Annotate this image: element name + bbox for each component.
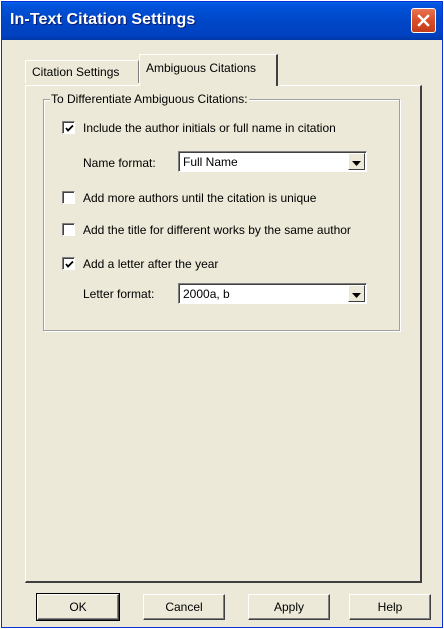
tab-citation-settings[interactable]: Citation Settings (25, 60, 139, 83)
title-bar[interactable]: In-Text Citation Settings (2, 2, 442, 40)
tab-label: Ambiguous Citations (146, 61, 257, 75)
ok-button[interactable]: OK (36, 593, 120, 621)
letter-format-dropdown-button[interactable] (348, 285, 365, 302)
more-authors-checkbox[interactable] (62, 191, 75, 204)
tab-strip: Citation Settings Ambiguous Citations (2, 40, 442, 86)
name-format-select[interactable]: Full Name (178, 151, 367, 172)
add-letter-checkbox[interactable] (62, 257, 75, 270)
apply-button[interactable]: Apply (248, 594, 330, 620)
name-format-value: Full Name (183, 155, 238, 169)
add-letter-label[interactable]: Add a letter after the year (83, 257, 218, 271)
window-title: In-Text Citation Settings (10, 11, 196, 28)
add-title-label[interactable]: Add the title for different works by the… (83, 223, 351, 237)
tab-ambiguous-citations[interactable]: Ambiguous Citations (139, 54, 278, 86)
chevron-down-icon (352, 153, 361, 171)
letter-format-select[interactable]: 2000a, b (178, 283, 367, 304)
group-title: To Differentiate Ambiguous Citations: (50, 92, 249, 106)
more-authors-label[interactable]: Add more authors until the citation is u… (83, 191, 316, 205)
chevron-down-icon (352, 285, 361, 303)
dialog-window: In-Text Citation Settings Citation Setti… (1, 1, 443, 628)
letter-format-value: 2000a, b (183, 287, 230, 301)
close-icon (417, 14, 430, 27)
include-author-label[interactable]: Include the author initials or full name… (83, 121, 336, 135)
tab-panel: To Differentiate Ambiguous Citations: In… (25, 85, 422, 583)
cancel-button[interactable]: Cancel (143, 594, 225, 620)
name-format-dropdown-button[interactable] (348, 153, 365, 170)
help-button[interactable]: Help (349, 594, 431, 620)
add-title-checkbox[interactable] (62, 223, 75, 236)
name-format-label: Name format: (83, 156, 156, 170)
tab-label: Citation Settings (32, 65, 120, 79)
close-button[interactable] (411, 8, 436, 33)
letter-format-label: Letter format: (83, 287, 155, 301)
ambiguous-citations-group: To Differentiate Ambiguous Citations: In… (43, 92, 400, 331)
include-author-checkbox[interactable] (62, 121, 75, 134)
